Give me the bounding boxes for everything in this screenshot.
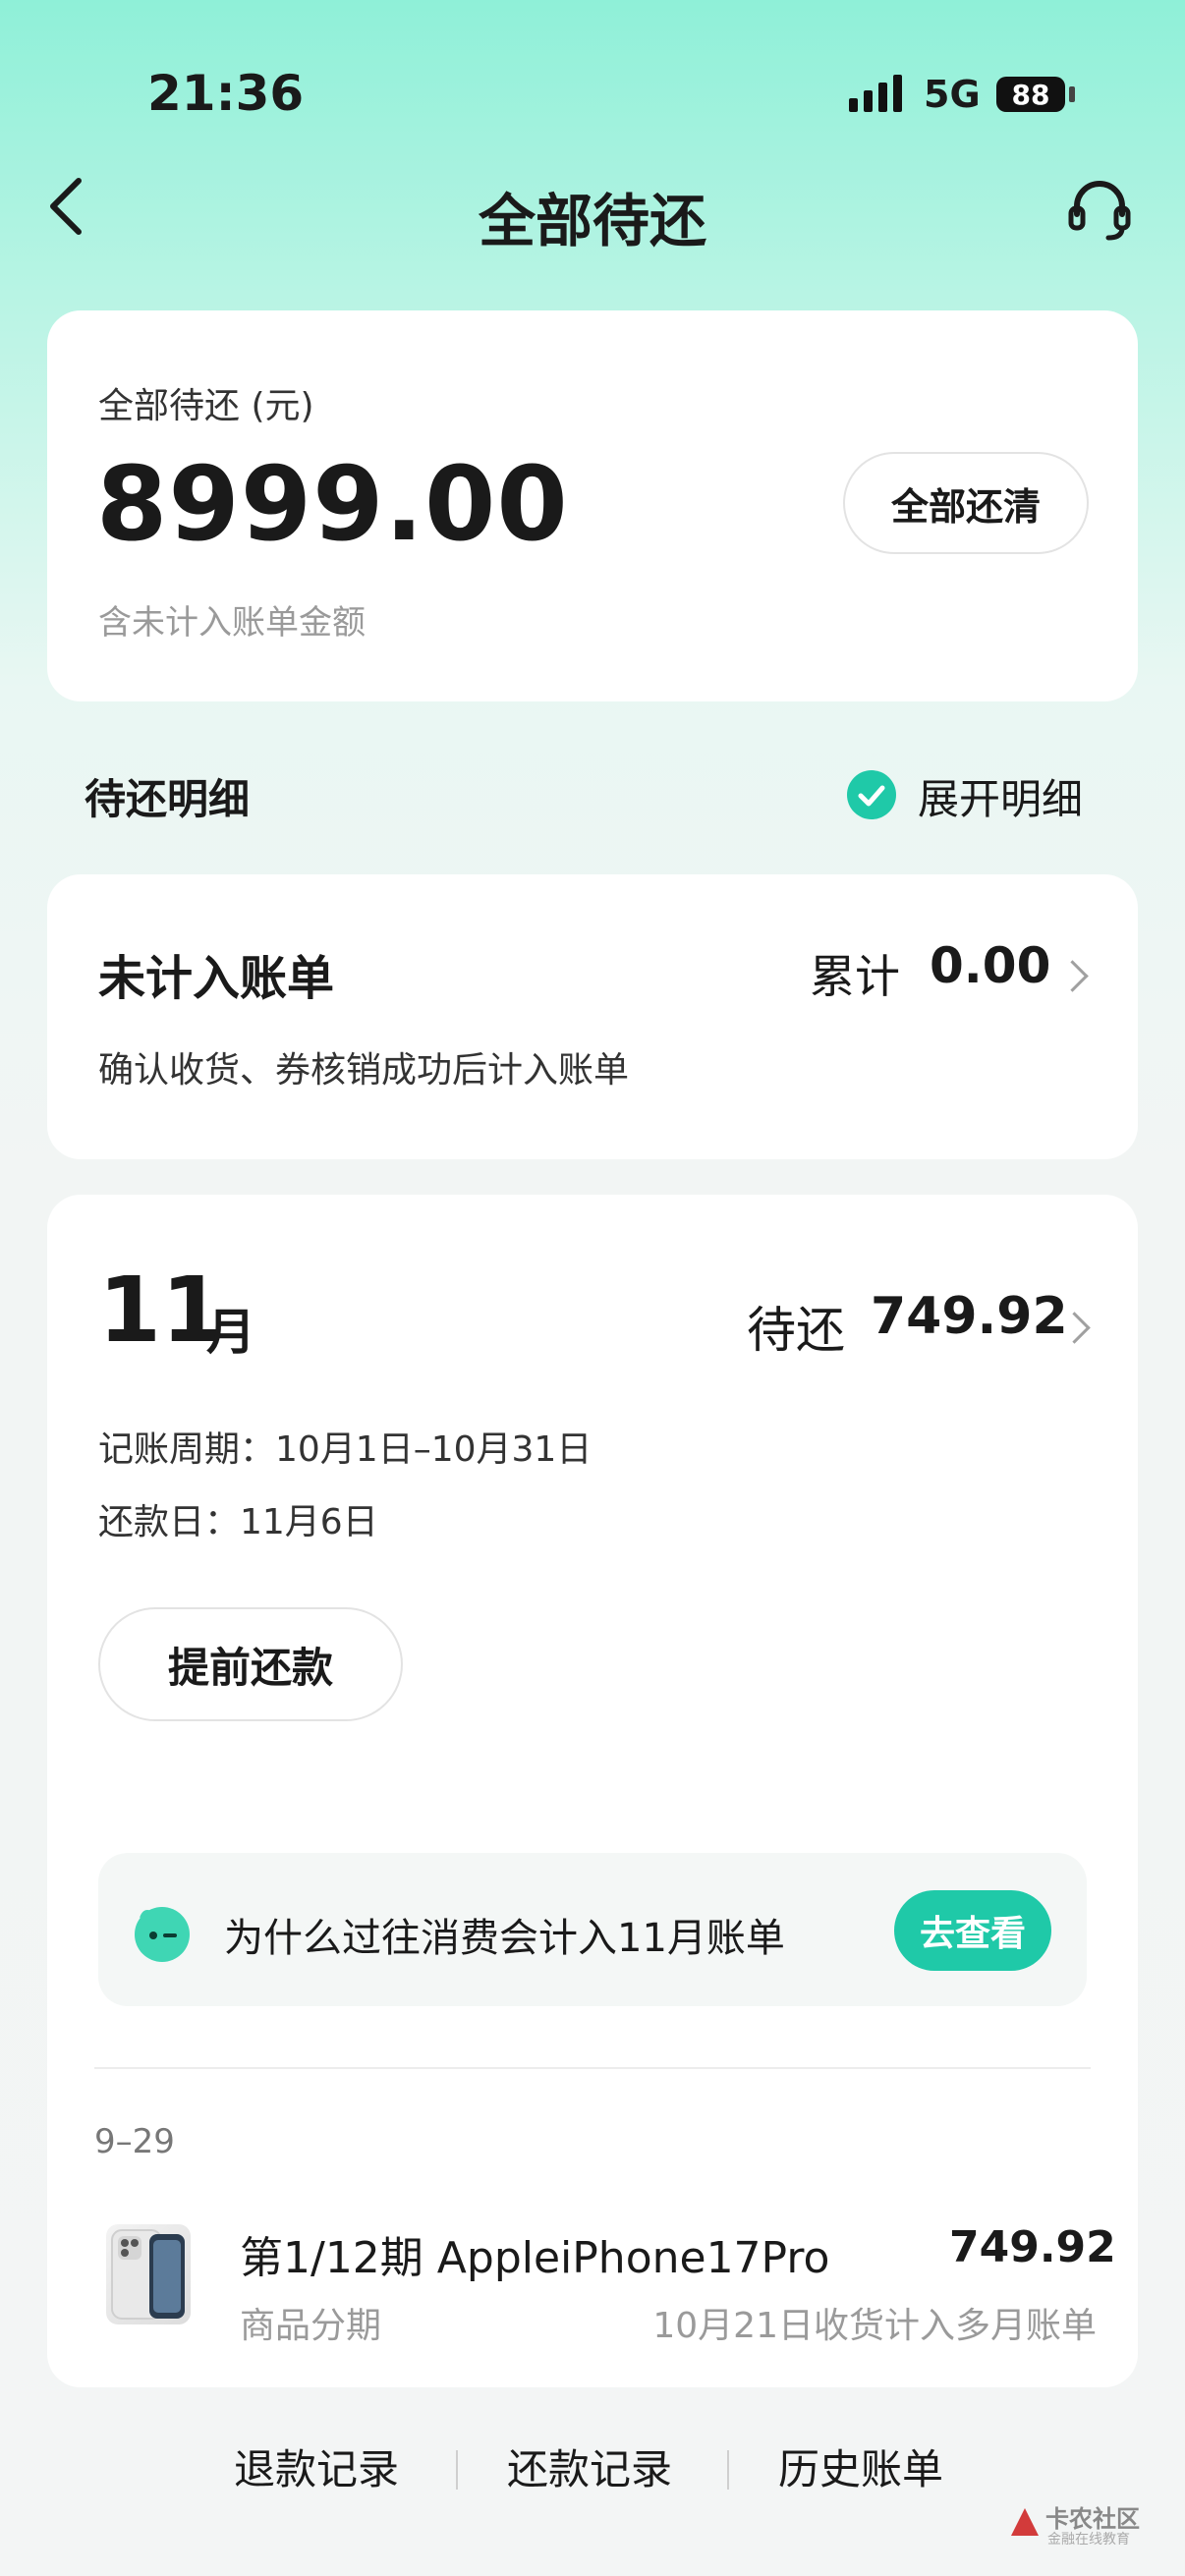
customer-service-icon[interactable] [1065,175,1134,244]
repayment-records-link[interactable]: 还款记录 [507,2436,672,2496]
item-title: 第1/12期 AppleiPhone17Pro [240,2233,830,2283]
tip-text: 为什么过往消费会计入11月账单 [224,1916,785,1961]
status-time: 21:36 [147,65,305,122]
bill-due-label: 待还 [747,1302,845,1359]
unbilled-total-value: 0.00 [930,937,1051,994]
history-bills-link[interactable]: 历史账单 [778,2436,943,2496]
mascot-icon [130,1900,195,1965]
unbilled-desc: 确认收货、券核销成功后计入账单 [98,1050,630,1091]
expand-detail-toggle[interactable]: 展开明细 [845,762,1100,827]
summary-note: 含未计入账单金额 [98,603,366,643]
bill-due-date: 还款日：11月6日 [98,1502,378,1542]
tip-banner: 为什么过往消费会计入11月账单 去查看 [98,1853,1087,2006]
network-label: 5G [924,73,981,116]
unbilled-card[interactable]: 未计入账单 累计 0.00 确认收货、券核销成功后计入账单 [47,874,1138,1159]
summary-amount: 8999.00 [96,444,569,564]
expand-detail-label: 展开明细 [918,775,1084,823]
list-item[interactable]: 第1/12期 AppleiPhone17Pro 749.92 商品分期 10月2… [47,2207,1138,2374]
unbilled-title: 未计入账单 [98,951,335,1006]
bill-month-unit: 月 [206,1304,255,1361]
bill-due-value: 749.92 [871,1287,1068,1346]
unbilled-total-label: 累计 [810,950,900,1003]
bill-month-number: 11 [98,1258,225,1363]
bill-period: 记账周期：10月1日–10月31日 [98,1429,592,1470]
footer-divider [727,2450,729,2490]
battery-level: 88 [1011,78,1050,111]
item-amount: 749.92 [949,2222,1116,2272]
signal-icon [847,75,908,114]
item-note: 10月21日收货计入多月账单 [652,2306,1097,2346]
summary-card: 全部待还 (元) 8999.00 含未计入账单金额 全部还清 [47,310,1138,701]
battery-cap [1069,86,1075,102]
item-type: 商品分期 [240,2306,382,2346]
prepay-button[interactable]: 提前还款 [98,1607,403,1721]
refund-records-link[interactable]: 退款记录 [234,2436,399,2496]
view-button[interactable]: 去查看 [894,1890,1051,1971]
unbilled-chevron-icon [1056,960,1089,992]
watermark-subtext: 金融在线教育 [1047,2532,1130,2548]
product-thumbnail [106,2224,191,2324]
battery-icon: 88 [996,77,1065,112]
page-title: 全部待还 [478,188,706,254]
footer-divider [456,2450,458,2490]
bill-card: 11 月 待还 749.92 记账周期：10月1日–10月31日 还款日：11月… [47,1195,1138,2387]
group-date: 9–29 [94,2122,175,2161]
check-icon [847,770,896,819]
watermark-logo-icon [1008,2505,1042,2539]
summary-label: 全部待还 (元) [98,386,314,426]
divider [94,2067,1091,2069]
pay-all-button[interactable]: 全部还清 [843,452,1089,554]
detail-section-title: 待还明细 [85,775,251,823]
